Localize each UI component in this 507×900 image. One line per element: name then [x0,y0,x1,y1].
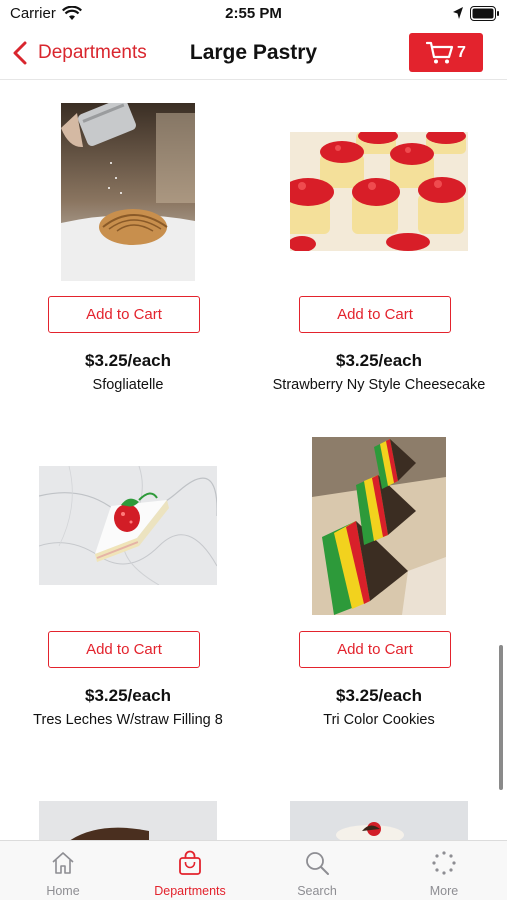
navigation-bar: Departments Large Pastry 7 [0,28,507,80]
tab-label: More [429,884,459,898]
tab-more[interactable]: More [381,841,507,900]
product-name: Tres Leches W/straw Filling 8 [33,712,223,728]
clock: 2:55 PM [225,5,282,22]
home-icon [52,852,74,874]
sfogliatelle-photo [61,103,195,281]
location-arrow-icon [453,7,463,19]
scrollbar[interactable] [499,645,503,790]
battery-icon [470,6,499,21]
tab-home[interactable]: Home [0,841,126,900]
product-photo-partial [39,801,217,840]
tri-color-cookies-photo [312,437,446,615]
product-name: Sfogliatelle [92,377,164,393]
chevron-left-icon [13,41,27,65]
product-grid[interactable]: Add to Cart $3.25/each Sfogliatelle Add … [0,81,507,840]
tab-search[interactable]: Search [254,841,380,900]
add-to-cart-button[interactable]: Add to Cart [48,631,200,668]
product-price: $3.25/each [335,351,422,370]
product-price: $3.25/each [84,351,171,370]
add-to-cart-button[interactable]: Add to Cart [48,296,200,333]
back-button[interactable]: Departments [12,38,147,68]
tab-label: Search [297,884,337,898]
more-dots-icon [432,851,456,875]
tab-label: Home [46,884,80,898]
add-to-cart-button[interactable]: Add to Cart [299,296,451,333]
tab-bar: Home Departments Search More [0,840,507,900]
product-name: Strawberry Ny Style Cheesecake [272,377,486,393]
add-to-cart-button[interactable]: Add to Cart [299,631,451,668]
back-button-label: Departments [38,42,147,63]
tab-departments[interactable]: Departments [127,841,253,900]
product-photo-partial [290,801,468,840]
product-name: Tri Color Cookies [323,712,435,728]
status-bar: Carrier 2:55 PM [0,0,507,28]
cart-button[interactable]: 7 [409,33,483,72]
cart-icon [426,41,454,63]
cart-count-badge: 7 [457,43,466,61]
product-price: $3.25/each [84,686,171,705]
cheesecake-photo [290,132,468,251]
product-price: $3.25/each [335,686,422,705]
tres-leches-photo [39,466,217,585]
tab-label: Departments [154,884,226,898]
search-icon [306,852,329,875]
shopping-bag-icon [179,850,201,875]
